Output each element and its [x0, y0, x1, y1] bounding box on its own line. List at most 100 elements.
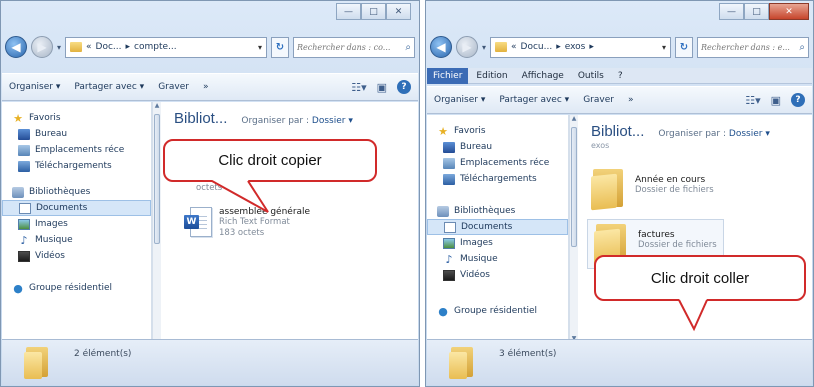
nav-item-favorites[interactable]: ★ Favoris — [2, 110, 151, 126]
arrange-by-dropdown[interactable]: Dossier ▾ — [729, 129, 770, 139]
address-dropdown-icon[interactable]: ▾ — [662, 43, 666, 52]
help-icon[interactable]: ? — [397, 80, 411, 94]
menu-help[interactable]: ? — [612, 68, 629, 84]
menu-fichier[interactable]: Fichier — [427, 67, 469, 84]
breadcrumb-current[interactable]: compte... — [134, 42, 177, 52]
window-controls: — □ ✕ — [336, 3, 411, 21]
images-icon — [18, 218, 30, 230]
nav-item-videos[interactable]: Vidéos — [427, 267, 568, 283]
breadcrumb-separator[interactable]: ▸ — [126, 42, 131, 52]
folder-details: factures Dossier de fichiers — [638, 224, 717, 250]
breadcrumb-separator[interactable]: ▸ — [589, 42, 594, 52]
breadcrumb-overflow[interactable]: « — [511, 42, 517, 52]
word-document-icon: W — [184, 207, 212, 239]
back-arrow-icon[interactable]: ◀ — [5, 36, 27, 58]
nav-label: Images — [35, 219, 68, 229]
word-badge: W — [184, 215, 199, 229]
nav-item-music[interactable]: ♪ Musique — [2, 232, 151, 248]
breadcrumb-documents[interactable]: Docu... — [521, 42, 553, 52]
more-commands-button[interactable]: » — [628, 95, 634, 105]
nav-item-desktop[interactable]: Bureau — [2, 126, 151, 142]
nav-item-downloads[interactable]: Téléchargements — [2, 158, 151, 174]
address-dropdown-icon[interactable]: ▾ — [258, 43, 262, 52]
minimize-button[interactable]: — — [336, 3, 361, 20]
nav-scrollbar[interactable]: ▲ ▼ — [569, 115, 578, 342]
view-options-icon[interactable]: ☷▾ — [351, 81, 366, 94]
search-icon[interactable]: ⌕ — [799, 42, 805, 53]
arrange-by: Organiser par : Dossier ▾ — [658, 129, 769, 139]
view-options-icon[interactable]: ☷▾ — [745, 94, 760, 107]
back-arrow-icon[interactable]: ◀ — [430, 36, 452, 58]
nav-item-images[interactable]: Images — [2, 216, 151, 232]
recent-pages-dropdown-icon[interactable]: ▾ — [57, 43, 61, 52]
view-controls: ☷▾ ▣ ? — [351, 80, 411, 94]
menu-edition[interactable]: Edition — [470, 68, 513, 84]
nav-label: Bibliothèques — [454, 206, 516, 216]
nav-item-libraries[interactable]: Bibliothèques — [427, 203, 568, 219]
navigation-pane: ★ Favoris Bureau Emplacements réce Téléc… — [2, 102, 152, 339]
nav-scrollbar[interactable]: ▲ — [152, 102, 161, 339]
preview-pane-icon[interactable]: ▣ — [377, 81, 387, 94]
burn-button[interactable]: Graver — [158, 82, 189, 92]
nav-item-homegroup[interactable]: ● Groupe résidentiel — [427, 303, 568, 319]
nav-label: Groupe résidentiel — [29, 283, 113, 293]
nav-item-recent-places[interactable]: Emplacements réce — [2, 142, 151, 158]
nav-item-libraries[interactable]: Bibliothèques — [2, 184, 151, 200]
search-icon[interactable]: ⌕ — [405, 42, 411, 53]
organize-menu-button[interactable]: Organiser ▾ — [434, 95, 485, 105]
search-input[interactable] — [297, 42, 406, 52]
help-icon[interactable]: ? — [791, 93, 805, 107]
breadcrumb-separator[interactable]: ▸ — [556, 42, 561, 52]
folder-icon — [591, 169, 625, 211]
address-bar[interactable]: « Doc... ▸ compte... ▾ — [65, 36, 267, 58]
nav-item-images[interactable]: Images — [427, 235, 568, 251]
share-with-menu-button[interactable]: Partager avec ▾ — [499, 95, 569, 105]
refresh-icon[interactable]: ↻ — [675, 36, 693, 58]
refresh-icon[interactable]: ↻ — [271, 36, 289, 58]
more-commands-button[interactable]: » — [203, 82, 209, 92]
forward-arrow-icon[interactable]: ▶ — [456, 36, 478, 58]
library-title-block: Bibliot... exos — [591, 123, 644, 150]
arrange-by-dropdown[interactable]: Dossier ▾ — [312, 116, 353, 126]
nav-item-documents[interactable]: Documents — [427, 219, 568, 235]
title-bar[interactable]: — □ ✕ — [426, 1, 813, 31]
title-bar[interactable]: — □ ✕ — [1, 1, 419, 31]
address-bar[interactable]: « Docu... ▸ exos ▸ ▾ — [490, 36, 671, 58]
nav-item-documents[interactable]: Documents — [2, 200, 151, 216]
maximize-button[interactable]: □ — [744, 3, 769, 20]
folder-icon — [449, 346, 475, 379]
nav-item-videos[interactable]: Vidéos — [2, 248, 151, 264]
breadcrumb-current[interactable]: exos — [565, 42, 586, 52]
nav-item-desktop[interactable]: Bureau — [427, 139, 568, 155]
menu-affichage[interactable]: Affichage — [516, 68, 570, 84]
maximize-button[interactable]: □ — [361, 3, 386, 20]
menu-outils[interactable]: Outils — [572, 68, 610, 84]
recent-pages-dropdown-icon[interactable]: ▾ — [482, 43, 486, 52]
nav-item-music[interactable]: ♪ Musique — [427, 251, 568, 267]
scrollbar-thumb[interactable] — [154, 114, 160, 244]
breadcrumb-overflow[interactable]: « — [86, 42, 92, 52]
search-box[interactable]: ⌕ — [697, 36, 809, 58]
nav-item-homegroup[interactable]: ● Groupe résidentiel — [2, 280, 151, 296]
organize-menu-button[interactable]: Organiser ▾ — [9, 82, 60, 92]
scroll-up-arrow-icon[interactable]: ▲ — [153, 102, 161, 109]
minimize-button[interactable]: — — [719, 3, 744, 20]
close-button[interactable]: ✕ — [386, 3, 411, 20]
close-button[interactable]: ✕ — [769, 3, 809, 20]
scrollbar-thumb[interactable] — [571, 127, 577, 247]
forward-arrow-icon[interactable]: ▶ — [31, 36, 53, 58]
search-box[interactable]: ⌕ — [293, 36, 415, 58]
nav-item-favorites[interactable]: ★ Favoris — [427, 123, 568, 139]
nav-item-recent-places[interactable]: Emplacements réce — [427, 155, 568, 171]
preview-pane-icon[interactable]: ▣ — [771, 94, 781, 107]
folder-item-annee-en-cours[interactable]: Année en cours Dossier de fichiers — [591, 169, 714, 211]
nav-item-downloads[interactable]: Téléchargements — [427, 171, 568, 187]
breadcrumb-documents[interactable]: Doc... — [96, 42, 122, 52]
search-input[interactable] — [701, 42, 800, 52]
arrange-by-label: Organiser par : — [658, 129, 727, 139]
share-with-menu-button[interactable]: Partager avec ▾ — [74, 82, 144, 92]
nav-label: Documents — [36, 203, 88, 213]
item-count: 2 élément(s) — [74, 348, 132, 359]
scroll-up-arrow-icon[interactable]: ▲ — [570, 115, 578, 122]
burn-button[interactable]: Graver — [583, 95, 614, 105]
